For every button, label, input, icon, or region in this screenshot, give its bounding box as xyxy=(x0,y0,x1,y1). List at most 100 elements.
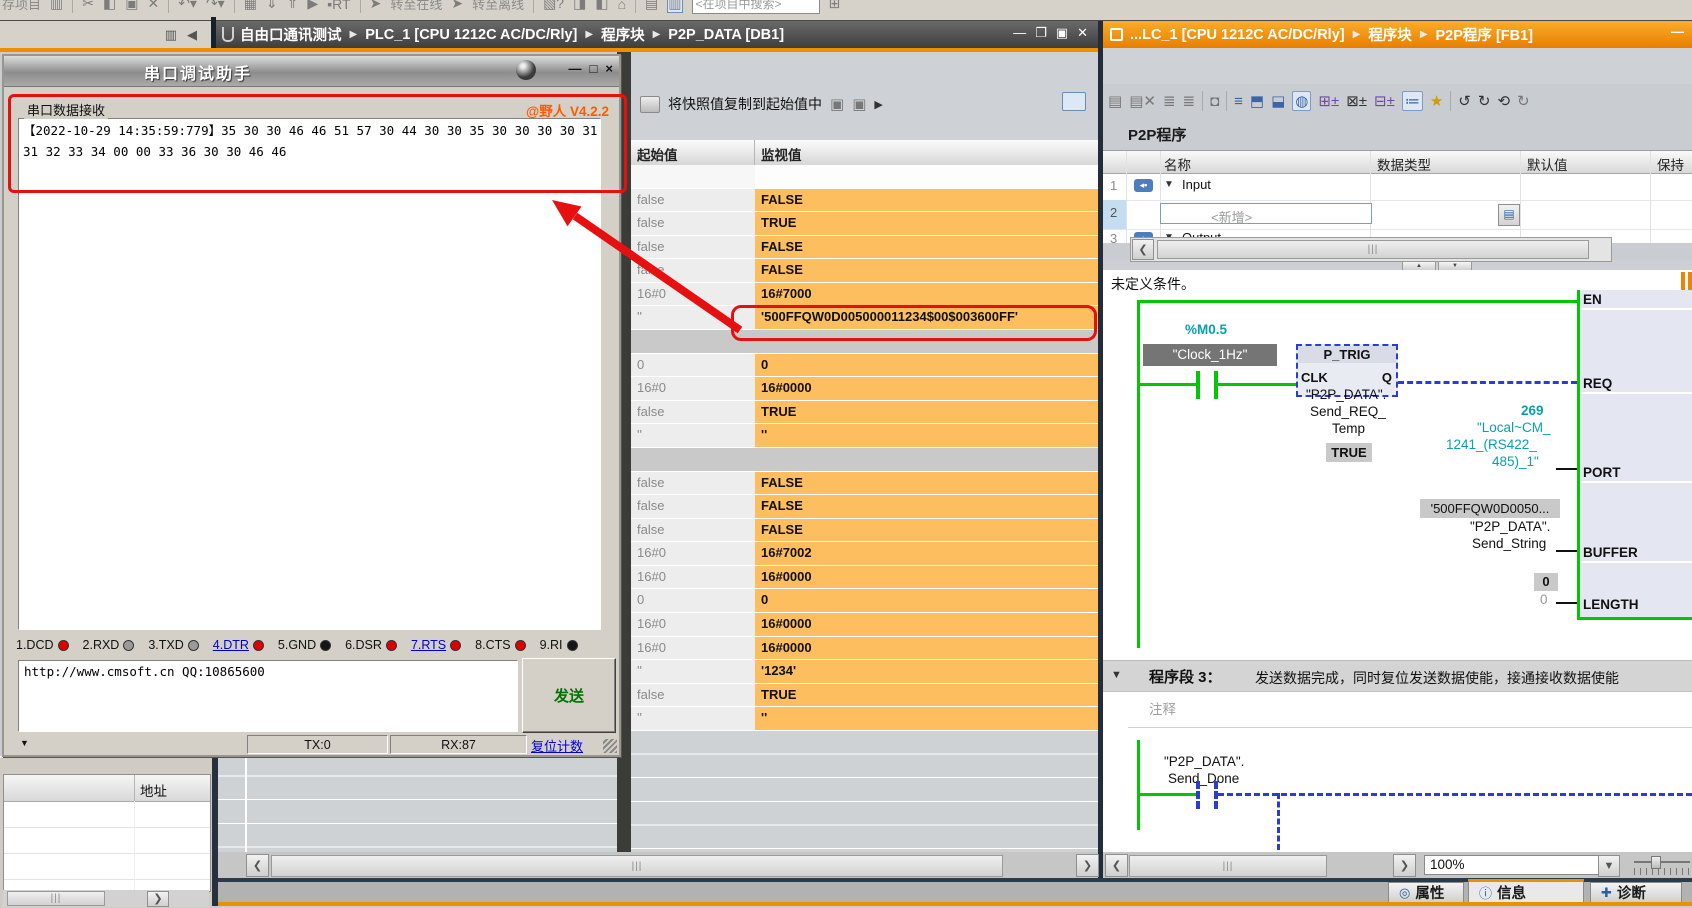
start-value-cell[interactable]: false xyxy=(631,212,755,235)
monitor-value-cell[interactable]: 16#7000 xyxy=(755,283,1098,306)
column-header-address[interactable]: 地址 xyxy=(140,780,167,800)
monitor-value-cell[interactable]: '' xyxy=(755,424,1098,447)
print-icon[interactable]: ▥ xyxy=(50,0,63,12)
network3-header[interactable]: ▼ 程序段 3： 发送数据完成，同时复位发送数据使能，接通接收数据使能 xyxy=(1103,660,1692,692)
monitor-value-cell[interactable]: 16#7002 xyxy=(755,542,1098,565)
monitor-value-cell[interactable]: 16#0000 xyxy=(755,566,1098,589)
monitor-value-cell[interactable]: '' xyxy=(755,707,1098,730)
renumber-icon[interactable]: ≣ xyxy=(1163,92,1176,110)
datatype-dropdown-button[interactable]: ▤ xyxy=(1498,204,1520,226)
scroll-left-button[interactable]: ❮ xyxy=(1105,854,1128,877)
send-ptp-block[interactable] xyxy=(1577,290,1692,620)
vertical-split-icon[interactable]: ▥ xyxy=(667,0,682,13)
start-value-cell[interactable]: '' xyxy=(631,424,755,447)
watch-horizontal-scrollbar[interactable]: ❮ ||| ❯ xyxy=(218,852,1098,878)
monitor-value-cell[interactable]: '1234' xyxy=(755,660,1098,683)
monitor-value-cell[interactable]: FALSE xyxy=(755,259,1098,282)
go-to-next-error-icon[interactable]: ↻ xyxy=(1478,92,1491,110)
port-operand-line[interactable]: 1241_(RS422_ xyxy=(1446,437,1537,452)
collapse-left-icon[interactable]: ◀ xyxy=(187,27,197,43)
breadcrumb-item[interactable]: 程序块 xyxy=(1368,24,1412,45)
go-to-error-icon[interactable]: ↺ xyxy=(1458,92,1471,110)
download-to-device-icon[interactable]: ⇓ xyxy=(266,0,278,12)
column-header-monitor-value[interactable]: 监视值 xyxy=(755,140,1098,165)
load-start-values-icon[interactable]: ▣ xyxy=(852,95,866,113)
section-label[interactable]: Input xyxy=(1182,177,1211,192)
start-value-cell[interactable]: false xyxy=(631,495,755,518)
go-online-label[interactable]: 转至在线 xyxy=(390,0,442,13)
absolute-operand-icon[interactable]: ⊠± xyxy=(1346,92,1367,110)
serial-window-controls[interactable]: —□× xyxy=(569,61,613,76)
monitor-value-cell[interactable]: 0 xyxy=(755,589,1098,612)
interface-horizontal-scrollbar[interactable]: ❮ ||| xyxy=(1130,237,1612,262)
consistency-icon[interactable]: ↻ xyxy=(1517,92,1530,110)
monitor-value-cell[interactable] xyxy=(755,448,1098,471)
comment-lines-icon[interactable]: ≔ xyxy=(1402,91,1423,111)
buffer-operand-line[interactable]: Send_String xyxy=(1472,536,1546,551)
monitor-value-cell[interactable]: FALSE xyxy=(755,495,1098,518)
start-value-cell[interactable]: 16#0 xyxy=(631,637,755,660)
reset-counter-link[interactable]: 复位计数 xyxy=(531,736,583,755)
insert-network-icon[interactable]: ▤ xyxy=(1108,92,1122,110)
monitor-value-cell[interactable]: FALSE xyxy=(755,189,1098,212)
upload-from-device-icon[interactable]: ⇑ xyxy=(287,0,299,12)
minimize-button[interactable]: — xyxy=(1013,25,1026,41)
start-value-cell[interactable]: 0 xyxy=(631,589,755,612)
monitor-value-cell[interactable]: 16#0000 xyxy=(755,377,1098,400)
network-list-icon[interactable]: ≡ xyxy=(1234,93,1243,110)
scrollbar-thumb[interactable]: ||| xyxy=(7,891,105,906)
breadcrumb-item[interactable]: ...LC_1 [CPU 1212C AC/DC/Rly] xyxy=(1130,27,1345,43)
favorites-star-icon[interactable]: ★ xyxy=(1430,92,1443,110)
breadcrumb-item[interactable]: P2P程序 [FB1] xyxy=(1436,24,1534,45)
start-value-cell[interactable]: '' xyxy=(631,707,755,730)
breadcrumb-item[interactable]: P2P_DATA [DB1] xyxy=(668,27,784,43)
restore-button[interactable]: ❐ xyxy=(1035,25,1047,41)
signal-label[interactable]: 4.DTR xyxy=(213,638,249,652)
buffer-operand-line[interactable]: "P2P_DATA". xyxy=(1470,519,1550,534)
req-operand-line[interactable]: "P2P_DATA". xyxy=(1306,387,1386,402)
column-header-default[interactable]: 默认值 xyxy=(1527,154,1568,174)
network-collapse-icon[interactable]: ▼ xyxy=(1111,669,1122,681)
cut-icon[interactable]: ✂ xyxy=(82,0,94,12)
delete-icon[interactable]: ✕ xyxy=(147,0,159,12)
scroll-right-button[interactable]: ❯ xyxy=(147,891,169,907)
network-sequence-icon[interactable]: ≣ xyxy=(1183,92,1196,110)
monitor-value-cell[interactable]: TRUE xyxy=(755,401,1098,424)
copy-snapshot-label[interactable]: 将快照值复制到起始值中 xyxy=(668,94,822,114)
horizontal-split-icon[interactable]: ▤ xyxy=(645,0,658,12)
project-search-input[interactable]: <在项目中搜索> xyxy=(692,0,820,14)
port-operand-line[interactable]: "Local~CM_ xyxy=(1477,420,1550,435)
tab-诊断[interactable]: ✚诊断 xyxy=(1590,882,1682,902)
scrollbar-thumb[interactable]: ||| xyxy=(1157,240,1589,259)
expander-icon[interactable]: ▼ xyxy=(1164,179,1174,190)
monitor-value-cell[interactable]: 16#0000 xyxy=(755,613,1098,636)
contact-address[interactable]: %M0.5 xyxy=(1185,322,1227,337)
cross-reference-icon[interactable]: ◧ xyxy=(595,0,608,12)
zoom-level-select[interactable]: 100% xyxy=(1424,855,1600,875)
go-online-icon[interactable]: ➤ xyxy=(370,0,382,12)
copy-start-values-icon[interactable]: ▣ xyxy=(830,95,844,113)
start-value-cell[interactable]: false xyxy=(631,519,755,542)
table-row[interactable]: 2 <新增> ▤ xyxy=(1103,200,1692,229)
box-io-icon[interactable]: ⊞± xyxy=(1318,92,1339,110)
update-calls-icon[interactable]: ⟲ xyxy=(1497,92,1510,110)
address-horizontal-scrollbar[interactable]: ||| ❯ xyxy=(3,890,209,907)
start-value-cell[interactable]: 16#0 xyxy=(631,542,755,565)
close-button[interactable]: ✕ xyxy=(1077,25,1088,41)
expand-networks-icon[interactable]: ⬒ xyxy=(1250,92,1264,110)
monitor-value-cell[interactable]: TRUE xyxy=(755,684,1098,707)
left-window-titlebar[interactable]: 自由口通讯测试▶PLC_1 [CPU 1212C AC/DC/Rly]▶程序块▶… xyxy=(216,21,1098,48)
symbol-info-icon[interactable]: ⊟± xyxy=(1374,92,1395,110)
start-value-cell[interactable]: 0 xyxy=(631,354,755,377)
column-header-name[interactable]: 名称 xyxy=(1164,154,1191,174)
go-offline-icon[interactable]: ➤ xyxy=(451,0,463,12)
send-input-box[interactable]: http://www.cmsoft.cn QQ:10865600 xyxy=(18,660,518,732)
undo-icon[interactable]: ↶▾ xyxy=(178,0,197,12)
start-value-cell[interactable]: '' xyxy=(631,660,755,683)
table-row[interactable]: 1 ◂▪ ▼ Input xyxy=(1103,173,1692,200)
start-cpu-icon[interactable]: ▶ xyxy=(307,0,318,12)
monitor-value-cell[interactable]: TRUE xyxy=(755,212,1098,235)
maximize-button[interactable]: ▣ xyxy=(1056,25,1068,41)
redo-icon[interactable]: ↷▾ xyxy=(206,0,225,12)
column-header-datatype[interactable]: 数据类型 xyxy=(1377,154,1431,174)
